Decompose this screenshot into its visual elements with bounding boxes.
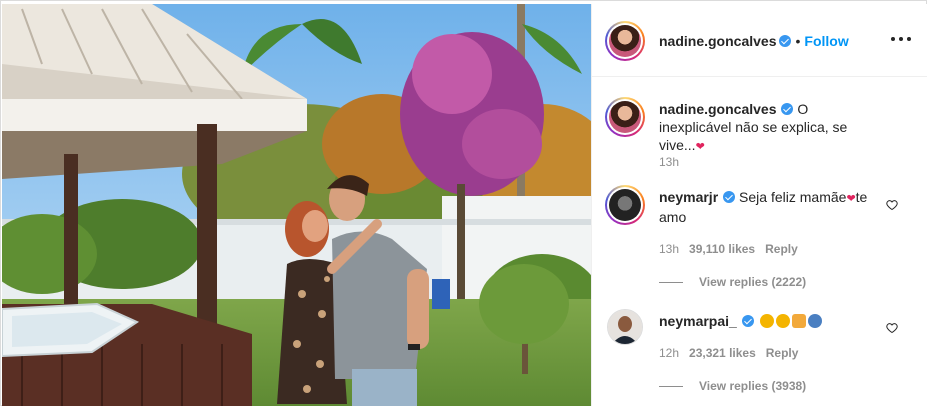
view-replies-button[interactable]: View replies (2222) [659, 275, 806, 289]
replies-divider [659, 386, 683, 388]
view-replies-label: View replies (3938) [699, 379, 807, 393]
caption-username[interactable]: nadine.goncalves [659, 101, 776, 117]
post-dialog: nadine.goncalves • Follow nadine.goncalves… [0, 0, 927, 406]
comment-likes[interactable]: 39,110 likes [689, 242, 755, 256]
comment-username[interactable]: neymarpai_ [659, 313, 737, 329]
caption-avatar[interactable] [605, 97, 645, 137]
person-emoji [807, 314, 822, 328]
verified-badge-icon [723, 191, 736, 203]
replies-divider [659, 282, 683, 284]
verified-badge-icon [781, 103, 794, 115]
author-avatar[interactable] [605, 21, 645, 61]
post-header: nadine.goncalves • Follow [592, 4, 927, 77]
caption-text: nadine.goncalves O inexplicável não se e… [659, 100, 879, 156]
view-replies-label: View replies (2222) [699, 275, 807, 289]
reply-button[interactable]: Reply [766, 346, 799, 360]
verified-badge-icon [741, 315, 754, 327]
comment-meta: 13h 39,110 likes Reply [659, 242, 798, 256]
post-side-panel: nadine.goncalves • Follow nadine.goncalves… [591, 4, 927, 406]
caption-time: 13h [659, 155, 679, 169]
verified-badge-icon [779, 35, 792, 47]
comment-time[interactable]: 12h [659, 346, 679, 360]
clapping-hands-emoji [775, 314, 790, 328]
comment-body: Seja feliz mamãe [739, 189, 847, 205]
heart-outline-icon[interactable] [886, 199, 898, 211]
red-heart-emoji: ❤ [846, 193, 856, 205]
author-username[interactable]: nadine.goncalves [659, 33, 776, 49]
clapping-hands-emoji [759, 314, 774, 328]
reply-button[interactable]: Reply [765, 242, 798, 256]
red-heart-emoji: ❤ [695, 141, 705, 153]
comment-meta: 12h 23,321 likes Reply [659, 346, 798, 360]
comment-text: neymarjr Seja feliz mamãe❤te amo [659, 188, 879, 226]
commenter-avatar[interactable] [607, 309, 643, 345]
caption-timestamp[interactable]: 13h [659, 155, 679, 169]
comment-likes[interactable]: 23,321 likes [689, 346, 756, 360]
comment-text: neymarpai_ [659, 312, 879, 330]
author-name-row: nadine.goncalves • Follow [659, 33, 849, 51]
comment-time[interactable]: 13h [659, 242, 679, 256]
heart-outline-icon[interactable] [886, 322, 898, 334]
post-photo[interactable] [2, 4, 591, 406]
view-replies-button[interactable]: View replies (3938) [659, 379, 806, 393]
commenter-avatar[interactable] [605, 185, 645, 225]
comment-username[interactable]: neymarjr [659, 189, 718, 205]
follow-button[interactable]: Follow [804, 33, 848, 49]
flexed-biceps-emoji [791, 314, 806, 328]
more-options-icon[interactable] [890, 31, 912, 47]
separator-dot: • [795, 33, 801, 49]
photo-illustration [2, 4, 591, 406]
